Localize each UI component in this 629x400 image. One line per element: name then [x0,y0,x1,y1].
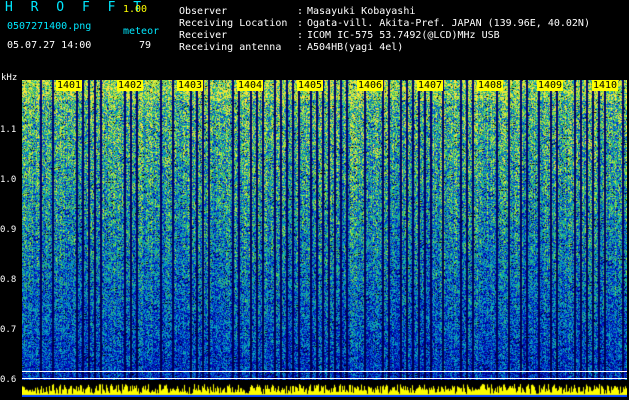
meteor-count-value: 79 [139,40,152,51]
time-tick: 1404 [237,80,264,91]
info-separator: : [297,6,304,17]
image-filename: 0507271400.png [7,21,92,32]
hrofft-window: H R O F F T 1.00 0507271400.png meteor 0… [0,0,629,400]
meteor-count-label: meteor [123,26,160,37]
spectrogram-canvas [22,80,627,380]
frequency-tick: 0.7 [0,325,17,335]
time-tick: 1408 [477,80,504,91]
info-row-observer: Observer: Masayuki Kobayashi [179,6,415,18]
time-tick: 1401 [56,80,83,91]
frequency-axis: 1.1 1.0 0.9 0.8 0.7 0.6 [0,70,22,400]
info-row-antenna: Receiving antenna: A504HB(yagi 4el) [179,42,403,54]
info-label: Receiving Location [179,18,288,29]
info-label: Receiving antenna [179,42,282,53]
frequency-tick: 1.1 [0,125,17,135]
info-label: Observer [179,6,228,17]
time-tick: 1406 [357,80,384,91]
frequency-tick: 0.8 [0,275,17,285]
frequency-tick: 0.6 [0,375,17,385]
info-value: A504HB(yagi 4el) [307,42,404,53]
frequency-tick: 1.0 [0,175,17,185]
reference-line [22,371,627,372]
time-tick: 1407 [417,80,444,91]
reference-line [22,378,627,379]
info-label: Receiver [179,30,228,41]
spectrogram-plot [22,80,627,397]
info-row-location: Receiving Location: Ogata-vill. Akita-Pre… [179,18,590,30]
info-value: Masayuki Kobayashi [307,6,416,17]
activity-strip [22,380,627,397]
info-separator: : [297,18,304,29]
info-value: Ogata-vill. Akita-Pref. JAPAN (139.96E, … [307,18,590,29]
time-tick: 1409 [537,80,564,91]
info-separator: : [297,42,304,53]
time-tick: 1405 [297,80,324,91]
info-separator: : [297,30,304,41]
info-value: ICOM IC-575 53.7492(@LCD)MHz USB [307,30,500,41]
time-tick: 1403 [177,80,204,91]
time-tick: 1410 [592,80,619,91]
info-row-receiver: Receiver: ICOM IC-575 53.7492(@LCD)MHz US… [179,30,500,42]
time-tick: 1402 [117,80,144,91]
app-version: 1.00 [123,4,148,15]
frequency-tick: 0.9 [0,225,17,235]
observation-timestamp: 05.07.27 14:00 [7,40,92,51]
